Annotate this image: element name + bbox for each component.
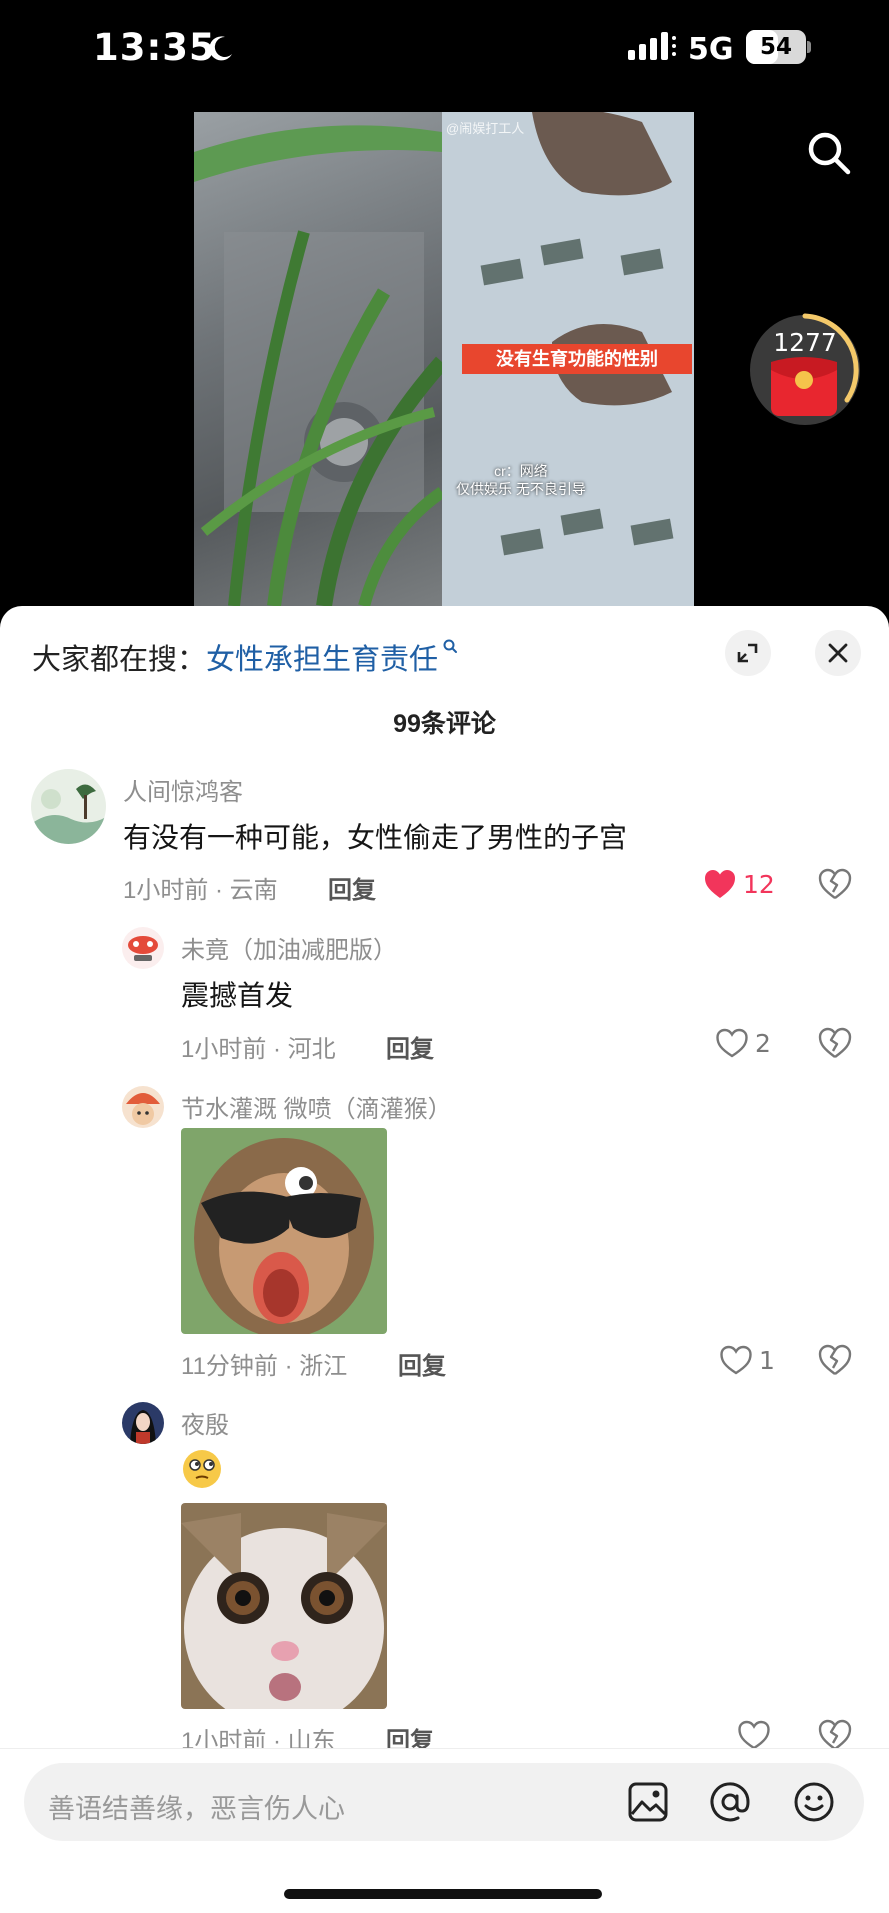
video-credit-line1: cr：网络 <box>494 463 548 479</box>
comment-username[interactable]: 夜殷 <box>181 1405 229 1440</box>
video-watermark: @闹娱打工人 <box>446 121 525 136</box>
emoji-icon <box>183 1450 221 1488</box>
comment-text: 有没有一种可能，女性偷走了男性的子宫 <box>123 822 628 853</box>
hot-search-query[interactable]: 女性承担生育责任 <box>206 644 438 676</box>
battery-icon: 54 <box>746 30 811 64</box>
comment-text: 震撼首发 <box>181 980 294 1011</box>
moon-icon <box>209 36 232 61</box>
comment-username[interactable]: 未竟（加油减肥版） <box>181 930 397 965</box>
video-frame-left <box>194 112 448 606</box>
home-indicator[interactable] <box>284 1889 602 1899</box>
hot-search-label: 大家都在搜： <box>32 644 207 676</box>
heart-outline-icon <box>720 1345 752 1375</box>
like-button[interactable]: 12 <box>703 866 775 902</box>
like-count: 1 <box>759 1345 775 1375</box>
plant-image <box>194 125 448 606</box>
battery-level: 54 <box>759 34 792 60</box>
network-type: 5G <box>688 32 734 67</box>
like-button[interactable]: 2 <box>715 1025 771 1061</box>
video-caption: 没有生育功能的性别 <box>462 344 692 374</box>
dislike-icon[interactable] <box>818 1719 852 1751</box>
like-count: 2 <box>755 1028 771 1058</box>
close-icon <box>828 643 848 663</box>
comment-input-placeholder: 善语结善缘，恶言伤人心 <box>48 1794 345 1824</box>
avatar[interactable] <box>122 1402 164 1444</box>
dislike-icon[interactable] <box>818 1344 852 1376</box>
expand-button[interactable] <box>725 630 771 676</box>
reply-button[interactable]: 回复 <box>328 870 376 905</box>
avatar[interactable] <box>122 927 164 969</box>
heart-outline-icon <box>716 1028 748 1058</box>
status-time: 13:35 <box>93 26 216 69</box>
comment-input-bar: 善语结善缘，恶言伤人心 <box>0 1748 889 1913</box>
video-player[interactable]: @闹娱打工人 没有生育功能的性别 cr：网络 仅供娱乐 无不良引导 <box>194 112 694 606</box>
dislike-icon[interactable] <box>818 1027 852 1059</box>
red-packet-count: 1277 <box>773 328 837 357</box>
comment-meta: 11分钟前 · 浙江 <box>181 1353 348 1380</box>
like-count: 12 <box>743 869 775 899</box>
dislike-icon[interactable] <box>818 868 852 900</box>
search-icon[interactable] <box>806 130 852 176</box>
like-button[interactable]: 1 <box>719 1342 775 1378</box>
sticker-image[interactable] <box>181 1503 387 1709</box>
sticker-image[interactable] <box>181 1128 387 1334</box>
comment-meta: 1小时前 · 云南 <box>123 877 278 904</box>
comment-input[interactable]: 善语结善缘，恶言伤人心 <box>24 1763 864 1841</box>
video-credit: cr：网络 仅供娱乐 无不良引导 <box>456 462 586 498</box>
status-bar: 13:35 5G 54 <box>0 0 889 96</box>
comment-meta: 1小时前 · 河北 <box>181 1036 336 1063</box>
search-small-icon <box>443 639 458 653</box>
video-credit-line2: 仅供娱乐 无不良引导 <box>456 481 586 497</box>
avatar[interactable] <box>31 769 106 844</box>
comment-username[interactable]: 节水灌溉 微喷（滴灌猴） <box>181 1089 452 1124</box>
hot-search[interactable]: 大家都在搜：女性承担生育责任 <box>32 636 458 678</box>
comment-count: 99条评论 <box>393 710 496 738</box>
emoji-picker-icon[interactable] <box>792 1780 836 1824</box>
cat-sticker <box>181 1503 387 1709</box>
red-packet-widget[interactable]: 1277 <box>747 312 863 428</box>
signal-icon <box>628 32 676 60</box>
heart-outline-icon <box>738 1720 770 1750</box>
image-icon[interactable] <box>626 1780 670 1824</box>
avatar[interactable] <box>122 1086 164 1128</box>
reply-button[interactable]: 回复 <box>386 1029 434 1064</box>
reply-button[interactable]: 回复 <box>398 1346 446 1381</box>
mention-icon[interactable] <box>708 1780 752 1824</box>
close-button[interactable] <box>815 630 861 676</box>
heart-filled-icon <box>705 870 735 898</box>
expand-icon <box>737 643 758 663</box>
comment-username[interactable]: 人间惊鸿客 <box>123 772 243 807</box>
comment-sheet: 大家都在搜：女性承担生育责任 99条评论 人间惊鸿客 有没有一种可能，女性偷走了… <box>0 606 889 1913</box>
monkey-sticker <box>181 1128 387 1334</box>
